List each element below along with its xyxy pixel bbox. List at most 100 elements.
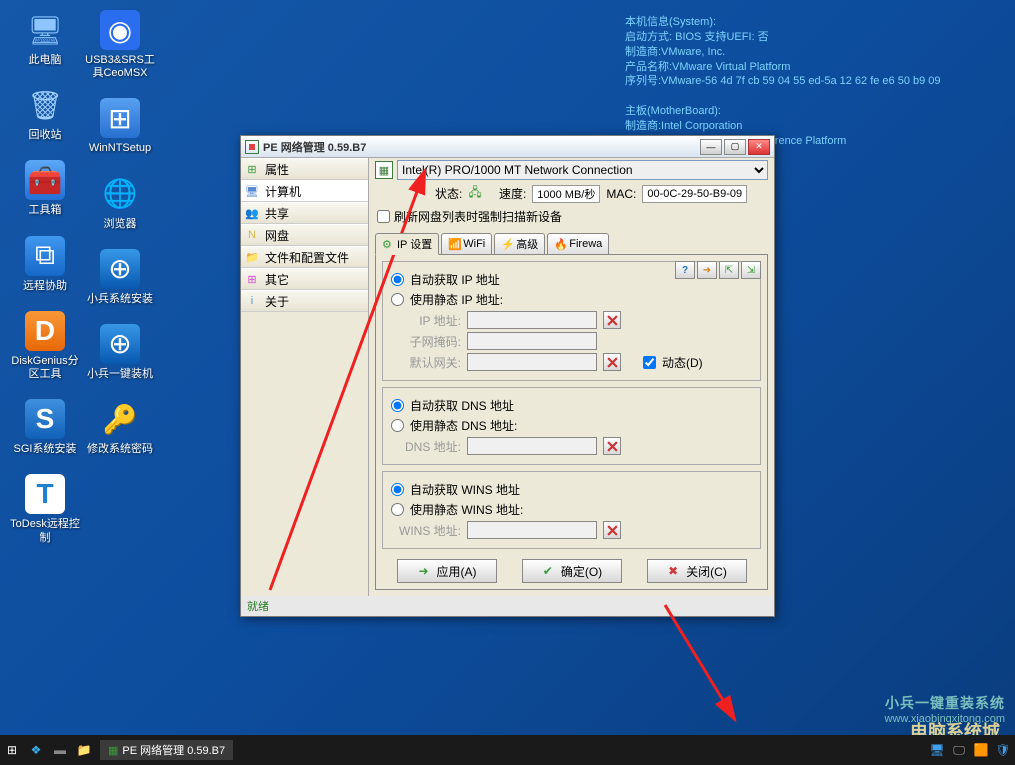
app-icon: [245, 140, 259, 154]
ok-button[interactable]: ✔确定(O): [522, 559, 622, 583]
sidebar-item[interactable]: i 关于: [241, 290, 368, 312]
ip-field-label: IP 地址:: [391, 312, 461, 329]
static-ip-label: 使用静态 IP 地址:: [410, 291, 503, 308]
app-icon: 🧰: [25, 160, 65, 200]
dns-input[interactable]: [467, 437, 597, 455]
mac-value: 00-0C-29-50-B9-09: [642, 185, 747, 203]
sidebar-item[interactable]: ⊞ 属性: [241, 158, 368, 180]
nav-label: 其它: [265, 271, 289, 288]
sidebar-item[interactable]: N网盘: [241, 224, 368, 246]
apply-button[interactable]: ➜应用(A): [397, 559, 497, 583]
tray-color-icon[interactable]: 🟧: [973, 742, 989, 758]
import-button[interactable]: ⇲: [741, 261, 761, 279]
desktop-icon[interactable]: ⊞WinNTSetup: [85, 98, 155, 155]
desktop-icon[interactable]: TToDesk远程控制: [10, 474, 80, 544]
taskbar-icon-3[interactable]: 📁: [76, 742, 92, 758]
dns-clear-button[interactable]: [603, 437, 621, 455]
auto-wins-label: 自动获取 WINS 地址: [410, 481, 520, 498]
app-icon: S: [25, 399, 65, 439]
sidebar-item[interactable]: 👥共享: [241, 202, 368, 224]
wins-input[interactable]: [467, 521, 597, 539]
icon-label: 小兵系统安装: [85, 293, 155, 306]
app-icon: 🖥: [25, 10, 65, 50]
window-title: PE 网络管理 0.59.B7: [263, 139, 696, 155]
export-button[interactable]: ⇱: [719, 261, 739, 279]
app-icon: 🌐: [100, 174, 140, 214]
refresh-checkbox[interactable]: [377, 210, 390, 223]
nav-label: 关于: [265, 293, 289, 310]
icon-label: 修改系统密码: [85, 443, 155, 456]
tab-label: WiFi: [463, 238, 485, 250]
dynamic-checkbox[interactable]: [643, 356, 656, 369]
auto-dns-radio[interactable]: [391, 399, 404, 412]
desktop-icon[interactable]: ⊕小兵一键装机: [85, 324, 155, 381]
desktop-icon[interactable]: 🔑修改系统密码: [85, 399, 155, 456]
static-wins-radio[interactable]: [391, 503, 404, 516]
gw-input[interactable]: [467, 353, 597, 371]
auto-wins-radio[interactable]: [391, 483, 404, 496]
ip-clear-button[interactable]: [603, 311, 621, 329]
static-ip-radio[interactable]: [391, 293, 404, 306]
tray-monitor-icon[interactable]: 🖵: [951, 742, 967, 758]
tab-label: 高级: [516, 236, 538, 252]
tray-network-icon[interactable]: 🖥: [929, 742, 945, 758]
taskbar-icon-1[interactable]: ❖: [28, 742, 44, 758]
desktop-icon[interactable]: 🗑 回收站: [10, 85, 80, 142]
desktop-icon[interactable]: SSGI系统安装: [10, 399, 80, 456]
icon-label: 回收站: [10, 129, 80, 142]
cancel-button[interactable]: ✖关闭(C): [647, 559, 747, 583]
taskbar-icon-2[interactable]: ▬: [52, 742, 68, 758]
tab-icon: ⚙: [382, 238, 394, 250]
nav-icon: i: [245, 294, 259, 308]
dns-field-label: DNS 地址:: [391, 438, 461, 455]
status-label: 状态:: [435, 185, 462, 202]
tab[interactable]: ⚡高级: [494, 233, 545, 255]
static-wins-label: 使用静态 WINS 地址:: [410, 501, 523, 518]
desktop-icon[interactable]: 🧰工具箱: [10, 160, 80, 217]
help-button[interactable]: ?: [675, 261, 695, 279]
tray-shield-icon[interactable]: 🛡: [995, 742, 1011, 758]
ip-input[interactable]: [467, 311, 597, 329]
static-dns-radio[interactable]: [391, 419, 404, 432]
tab[interactable]: ⚙IP 设置: [375, 233, 439, 255]
icon-label: 此电脑: [10, 54, 80, 67]
adapter-select[interactable]: Intel(R) PRO/1000 MT Network Connection: [397, 160, 768, 180]
sidebar-item[interactable]: ⊞其它: [241, 268, 368, 290]
tab[interactable]: 🔥Firewa: [547, 233, 609, 255]
nav-icon: ⊞: [245, 162, 259, 176]
desktop-icon[interactable]: ⊕小兵系统安装: [85, 249, 155, 306]
minimize-button[interactable]: —: [700, 139, 722, 155]
auto-ip-radio[interactable]: [391, 273, 404, 286]
desktop-icon[interactable]: DDiskGenius分区工具: [10, 311, 80, 381]
icon-label: WinNTSetup: [85, 142, 155, 155]
nav-icon: 📁: [245, 250, 259, 264]
tab[interactable]: 📶WiFi: [441, 233, 492, 255]
nav-icon: 🖥: [245, 184, 259, 198]
arrow-button[interactable]: ➜: [697, 261, 717, 279]
system-tray: 🖥 🖵 🟧 🛡: [929, 742, 1011, 758]
titlebar[interactable]: PE 网络管理 0.59.B7 — ▢ ✕: [241, 136, 774, 158]
desktop-icon[interactable]: ◉USB3&SRS工具CeoMSX: [85, 10, 155, 80]
taskbar: ⊞ ❖ ▬ 📁 ▦ PE 网络管理 0.59.B7 🖥 🖵 🟧 🛡: [0, 735, 1015, 765]
desktop-icon[interactable]: 🌐浏览器: [85, 174, 155, 231]
app-icon: 🗑: [25, 85, 65, 125]
nav-label: 属性: [265, 161, 289, 178]
close-button[interactable]: ✕: [748, 139, 770, 155]
status-line: 就绪: [241, 596, 774, 616]
taskbar-app[interactable]: ▦ PE 网络管理 0.59.B7: [100, 740, 233, 760]
pe-network-manager-window: PE 网络管理 0.59.B7 — ▢ ✕ ⊞ 属性 🖥计算机👥共享N网盘📁文件和配…: [240, 135, 775, 617]
start-button[interactable]: ⊞: [4, 742, 20, 758]
mask-input[interactable]: [467, 332, 597, 350]
desktop-icon[interactable]: ⧉远程协助: [10, 236, 80, 293]
desktop-icon[interactable]: 🖥 此电脑: [10, 10, 80, 67]
maximize-button[interactable]: ▢: [724, 139, 746, 155]
sidebar-item[interactable]: 📁文件和配置文件: [241, 246, 368, 268]
icon-label: 远程协助: [10, 280, 80, 293]
app-icon: ◉: [100, 10, 140, 50]
tab-panel-ip: ? ➜ ⇱ ⇲ 自动获取 IP 地址 使用静态 IP 地址: IP 地址: 子网…: [375, 254, 768, 590]
sidebar-item[interactable]: 🖥计算机: [241, 180, 368, 202]
gw-clear-button[interactable]: [603, 353, 621, 371]
tab-icon: 🔥: [554, 238, 566, 250]
gw-field-label: 默认网关:: [391, 354, 461, 371]
wins-clear-button[interactable]: [603, 521, 621, 539]
